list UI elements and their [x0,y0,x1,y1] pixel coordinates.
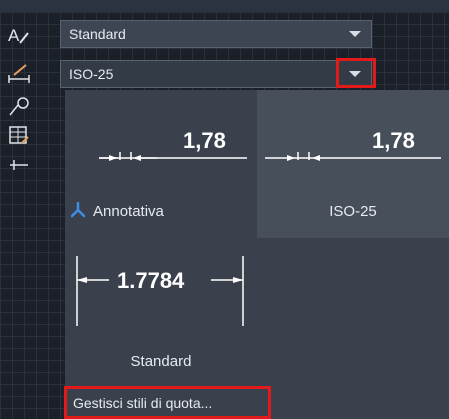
manage-button-highlight [64,386,271,419]
dimension-style-value: ISO-25 [69,66,114,82]
text-style-icon[interactable]: A [6,22,32,48]
style-tile-standard[interactable]: 1.7784 Standard [65,238,257,378]
dropdown-arrow-highlight [336,58,376,88]
annotation-tool-column: A [0,12,60,202]
text-style-combo[interactable]: Standard [60,20,372,48]
dimension-style-gallery: 1,78 Annotativa 1,78 ISO-25 1.7784 Stand… [65,90,449,419]
dimension-preview-value: 1.7784 [117,268,185,293]
ribbon-top-strip [0,0,449,12]
chevron-down-icon [349,31,361,37]
style-tile-label: Standard [130,353,192,370]
svg-text:A: A [8,26,20,45]
text-style-value: Standard [69,26,126,42]
annotative-icon [71,202,85,218]
dimension-style-combo[interactable]: ISO-25 [60,60,372,88]
leader-icon[interactable] [6,152,32,178]
style-tile-annotativa[interactable]: 1,78 Annotativa [65,90,257,238]
dimension-style-icon[interactable] [6,60,32,86]
style-tile-label: ISO-25 [329,203,377,220]
multileader-style-icon[interactable] [6,94,32,120]
style-tile-label: Annotativa [93,203,164,220]
table-style-icon[interactable] [6,122,32,148]
style-tile-iso-25[interactable]: 1,78 ISO-25 [257,90,449,238]
